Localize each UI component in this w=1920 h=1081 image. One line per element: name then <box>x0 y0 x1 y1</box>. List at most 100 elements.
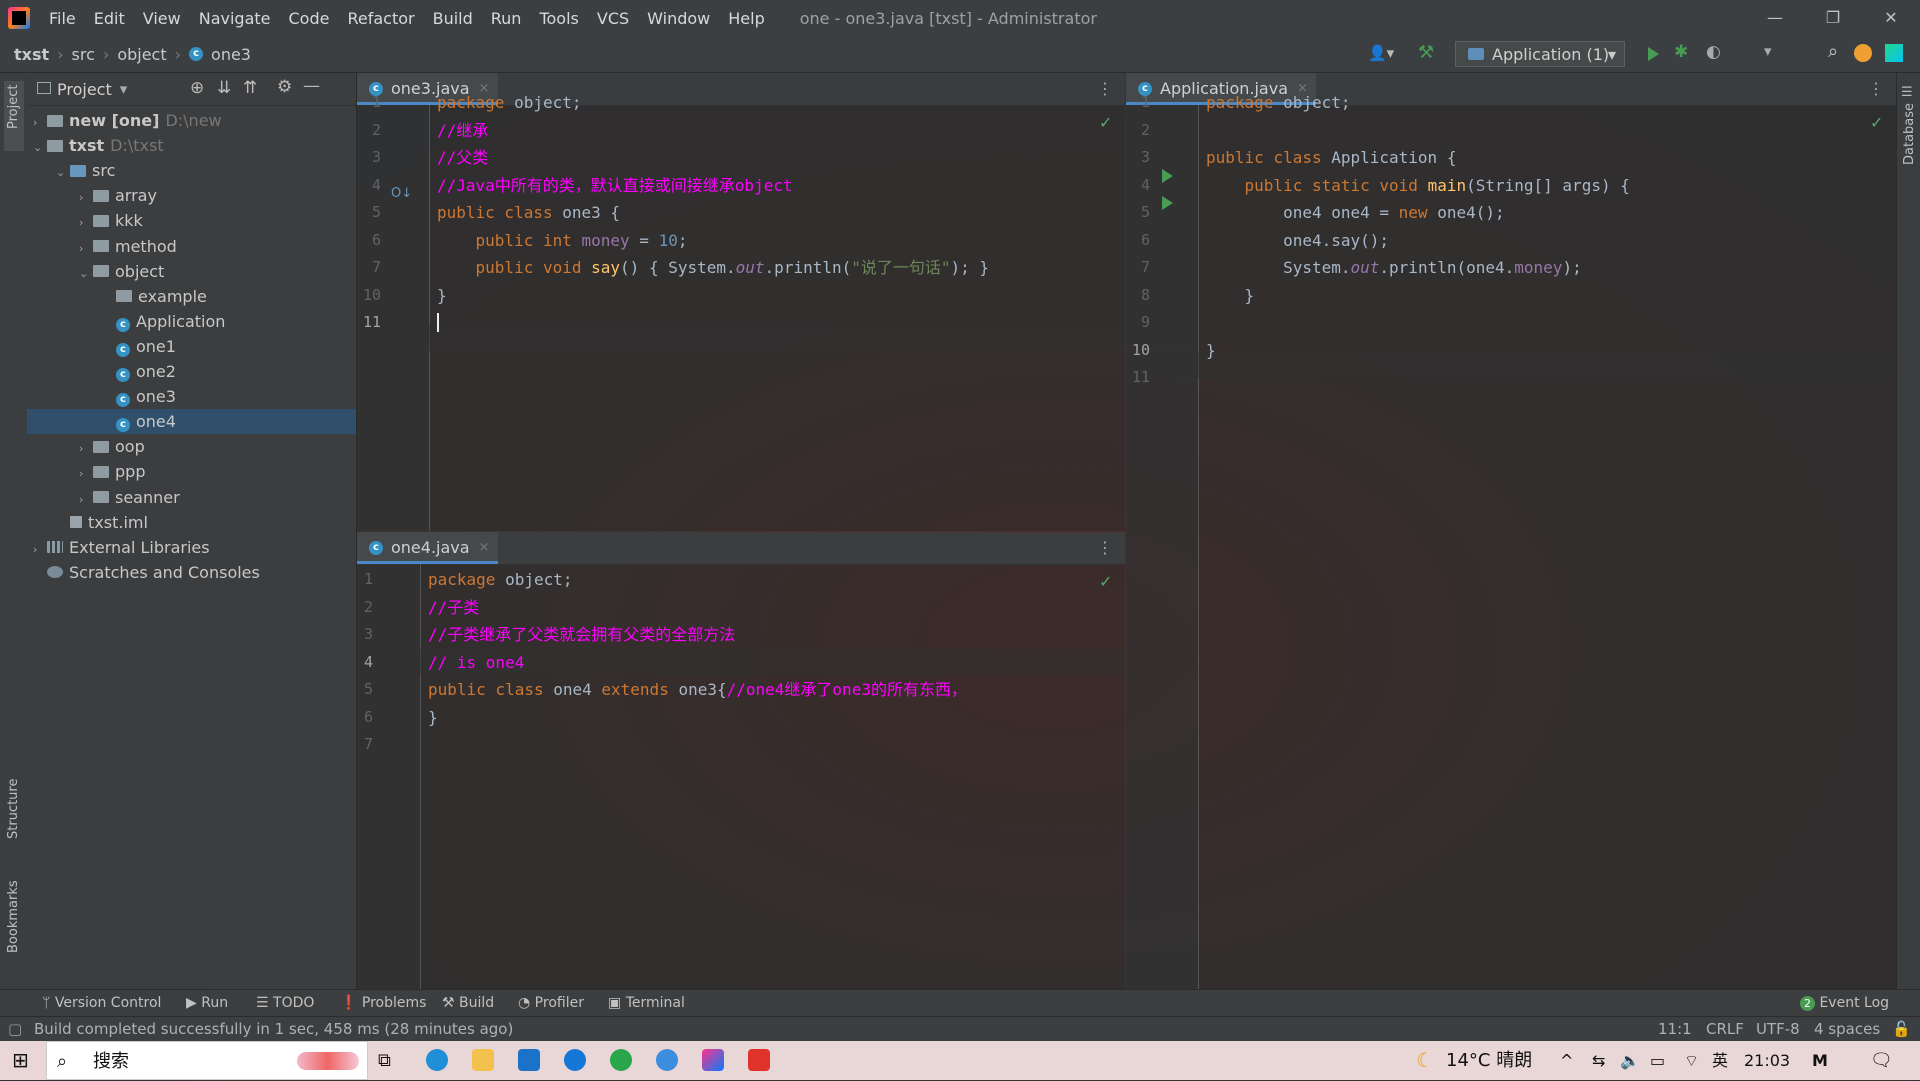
volume-icon[interactable]: 🔈 <box>1620 1041 1640 1080</box>
version-control-tool[interactable]: ᛘ Version Control <box>42 990 161 1017</box>
chevron-down-icon[interactable]: ⌄ <box>79 261 93 286</box>
breadcrumb-object[interactable]: object <box>117 45 166 64</box>
network-adapter-icon[interactable]: ⇆ <box>1592 1041 1605 1080</box>
event-log-tool[interactable]: 2 Event Log <box>1800 990 1889 1017</box>
wechat-icon[interactable] <box>610 1049 632 1071</box>
qq-icon[interactable] <box>656 1049 678 1071</box>
tray-expand-icon[interactable]: ^ <box>1560 1041 1573 1080</box>
database-icon[interactable]: ☰ <box>1901 85 1913 100</box>
restore-button[interactable]: ❐ <box>1804 0 1862 36</box>
more-options-icon[interactable]: ⋮ <box>1097 79 1113 98</box>
tree-item-new-one-[interactable]: › new [one] D:\new <box>27 108 356 133</box>
tree-item-example[interactable]: example <box>27 284 356 309</box>
problems-tool[interactable]: ❗ Problems <box>340 990 426 1017</box>
mail-icon[interactable] <box>518 1049 540 1071</box>
tree-item-seanner[interactable]: › seanner <box>27 485 356 510</box>
tree-item-one4[interactable]: c one4 <box>27 409 356 435</box>
tree-item-application[interactable]: c Application <box>27 309 356 334</box>
user-vcs-icon[interactable]: 👤▾ <box>1368 44 1394 62</box>
code-one4[interactable]: package object; //子类 //子类继承了父类就会拥有父类的全部方… <box>428 566 967 731</box>
no-problems-check-icon[interactable]: ✓ <box>1870 113 1883 132</box>
run-icon[interactable] <box>1648 47 1659 61</box>
tree-item-kkk[interactable]: › kkk <box>27 208 356 233</box>
hide-panel-icon[interactable]: — <box>303 76 320 96</box>
build-hammer-icon[interactable]: ⚒ <box>1418 42 1434 63</box>
tree-item-ppp[interactable]: › ppp <box>27 459 356 484</box>
build-tool[interactable]: ⚒ Build <box>442 990 494 1017</box>
edge-browser-icon[interactable] <box>426 1049 448 1071</box>
menu-edit[interactable]: Edit <box>85 9 134 28</box>
tree-item-array[interactable]: › array <box>27 183 356 208</box>
more-dropdown-icon[interactable]: ▾ <box>1764 42 1772 60</box>
menu-file[interactable]: File <box>40 9 85 28</box>
menu-tools[interactable]: Tools <box>530 9 587 28</box>
collapse-all-icon[interactable]: ⇈ <box>243 78 257 98</box>
tree-item-oop[interactable]: › oop <box>27 434 356 459</box>
tree-item-txst-iml[interactable]: txst.iml <box>27 510 356 535</box>
lock-icon[interactable]: 🔓 <box>1892 1017 1911 1042</box>
app-blue-icon[interactable] <box>564 1049 586 1071</box>
chevron-right-icon[interactable]: › <box>79 236 93 261</box>
project-panel-title[interactable]: Project <box>57 80 112 99</box>
tree-item-method[interactable]: › method <box>27 234 356 259</box>
chevron-right-icon[interactable]: › <box>79 436 93 461</box>
project-stripe-label[interactable]: Project <box>6 85 21 129</box>
chevron-right-icon[interactable]: › <box>33 537 47 562</box>
menu-code[interactable]: Code <box>280 9 339 28</box>
tree-item-one1[interactable]: c one1 <box>27 334 356 359</box>
chevron-right-icon[interactable]: › <box>79 461 93 486</box>
editor-one4[interactable]: c one4.java × ⋮ 1 2 3 4 5 6 7 ✓ package object… <box>357 532 1125 989</box>
menu-navigate[interactable]: Navigate <box>190 9 280 28</box>
todo-tool[interactable]: ☰ TODO <box>256 990 314 1017</box>
wps-icon[interactable] <box>748 1049 770 1071</box>
chevron-right-icon[interactable]: › <box>33 110 47 135</box>
menu-refactor[interactable]: Refactor <box>338 9 423 28</box>
notification-icon[interactable]: 🗨 <box>1870 1041 1893 1080</box>
editor-one3[interactable]: c one3.java × ⋮ 1 2 3 4 5 6 7 10 11 O↓ ✓ package… <box>357 73 1125 531</box>
close-tab-icon[interactable]: × <box>479 532 490 564</box>
menu-run[interactable]: Run <box>482 9 531 28</box>
no-problems-check-icon[interactable]: ✓ <box>1099 113 1112 132</box>
clock-time[interactable]: 21:03 <box>1744 1041 1790 1080</box>
bookmarks-stripe-label[interactable]: Bookmarks <box>6 880 21 953</box>
profiler-tool[interactable]: ◔ Profiler <box>518 990 584 1017</box>
run-configuration-select[interactable]: Application (1) ▾ <box>1455 41 1625 67</box>
wifi-icon[interactable]: ⌔ <box>1684 1041 1699 1080</box>
more-options-icon[interactable]: ⋮ <box>1097 538 1113 557</box>
run-class-gutter-icon[interactable] <box>1162 169 1173 183</box>
close-button[interactable]: ✕ <box>1862 0 1920 36</box>
code-application[interactable]: package object; public class Application… <box>1206 89 1630 364</box>
status-message[interactable]: Build completed successfully in 1 sec, 4… <box>34 1017 513 1042</box>
no-problems-check-icon[interactable]: ✓ <box>1099 572 1112 591</box>
tree-item-txst[interactable]: ⌄ txst D:\txst <box>27 133 356 158</box>
battery-icon[interactable]: ▭ <box>1650 1041 1665 1080</box>
debug-bug-icon[interactable]: ✱ <box>1674 42 1688 62</box>
search-icon[interactable]: ⌕ <box>1828 41 1838 62</box>
windows-start-icon[interactable]: ⊞ <box>12 1041 29 1080</box>
run-main-gutter-icon[interactable] <box>1162 196 1173 210</box>
tree-item-one3[interactable]: c one3 <box>27 384 356 409</box>
chevron-down-icon[interactable]: ▾ <box>120 80 128 98</box>
breadcrumb-one3[interactable]: one3 <box>211 45 251 64</box>
minimize-button[interactable]: — <box>1746 0 1804 36</box>
breadcrumb-project[interactable]: txst <box>14 45 49 64</box>
chevron-down-icon[interactable]: ⌄ <box>33 135 47 160</box>
task-view-icon[interactable]: ⧉ <box>378 1041 391 1080</box>
tree-item-src[interactable]: ⌄ src <box>27 158 356 183</box>
line-separator[interactable]: CRLF <box>1706 1017 1744 1042</box>
chevron-down-icon[interactable]: ⌄ <box>56 160 70 185</box>
tree-item-external-libraries[interactable]: › External Libraries <box>27 535 356 560</box>
terminal-tool[interactable]: ▣ Terminal <box>608 990 685 1017</box>
layout-icon[interactable]: ▢ <box>8 1017 22 1042</box>
more-options-icon[interactable]: ⋮ <box>1868 79 1884 98</box>
editor-application[interactable]: c Application.java × ⋮ 1 2 3 4 5 6 7 8 9 10 11 ✓ p… <box>1126 73 1896 989</box>
file-explorer-icon[interactable] <box>472 1049 494 1071</box>
tree-item-scratches-and-consoles[interactable]: Scratches and Consoles <box>27 560 356 585</box>
chevron-right-icon[interactable]: › <box>79 185 93 210</box>
tree-item-object[interactable]: ⌄ object <box>27 259 356 284</box>
update-icon[interactable] <box>1854 44 1872 62</box>
file-encoding[interactable]: UTF-8 <box>1756 1017 1800 1042</box>
meet-icon[interactable]: M <box>1812 1041 1828 1080</box>
expand-all-icon[interactable]: ⇊ <box>217 78 231 98</box>
menu-vcs[interactable]: VCS <box>588 9 638 28</box>
